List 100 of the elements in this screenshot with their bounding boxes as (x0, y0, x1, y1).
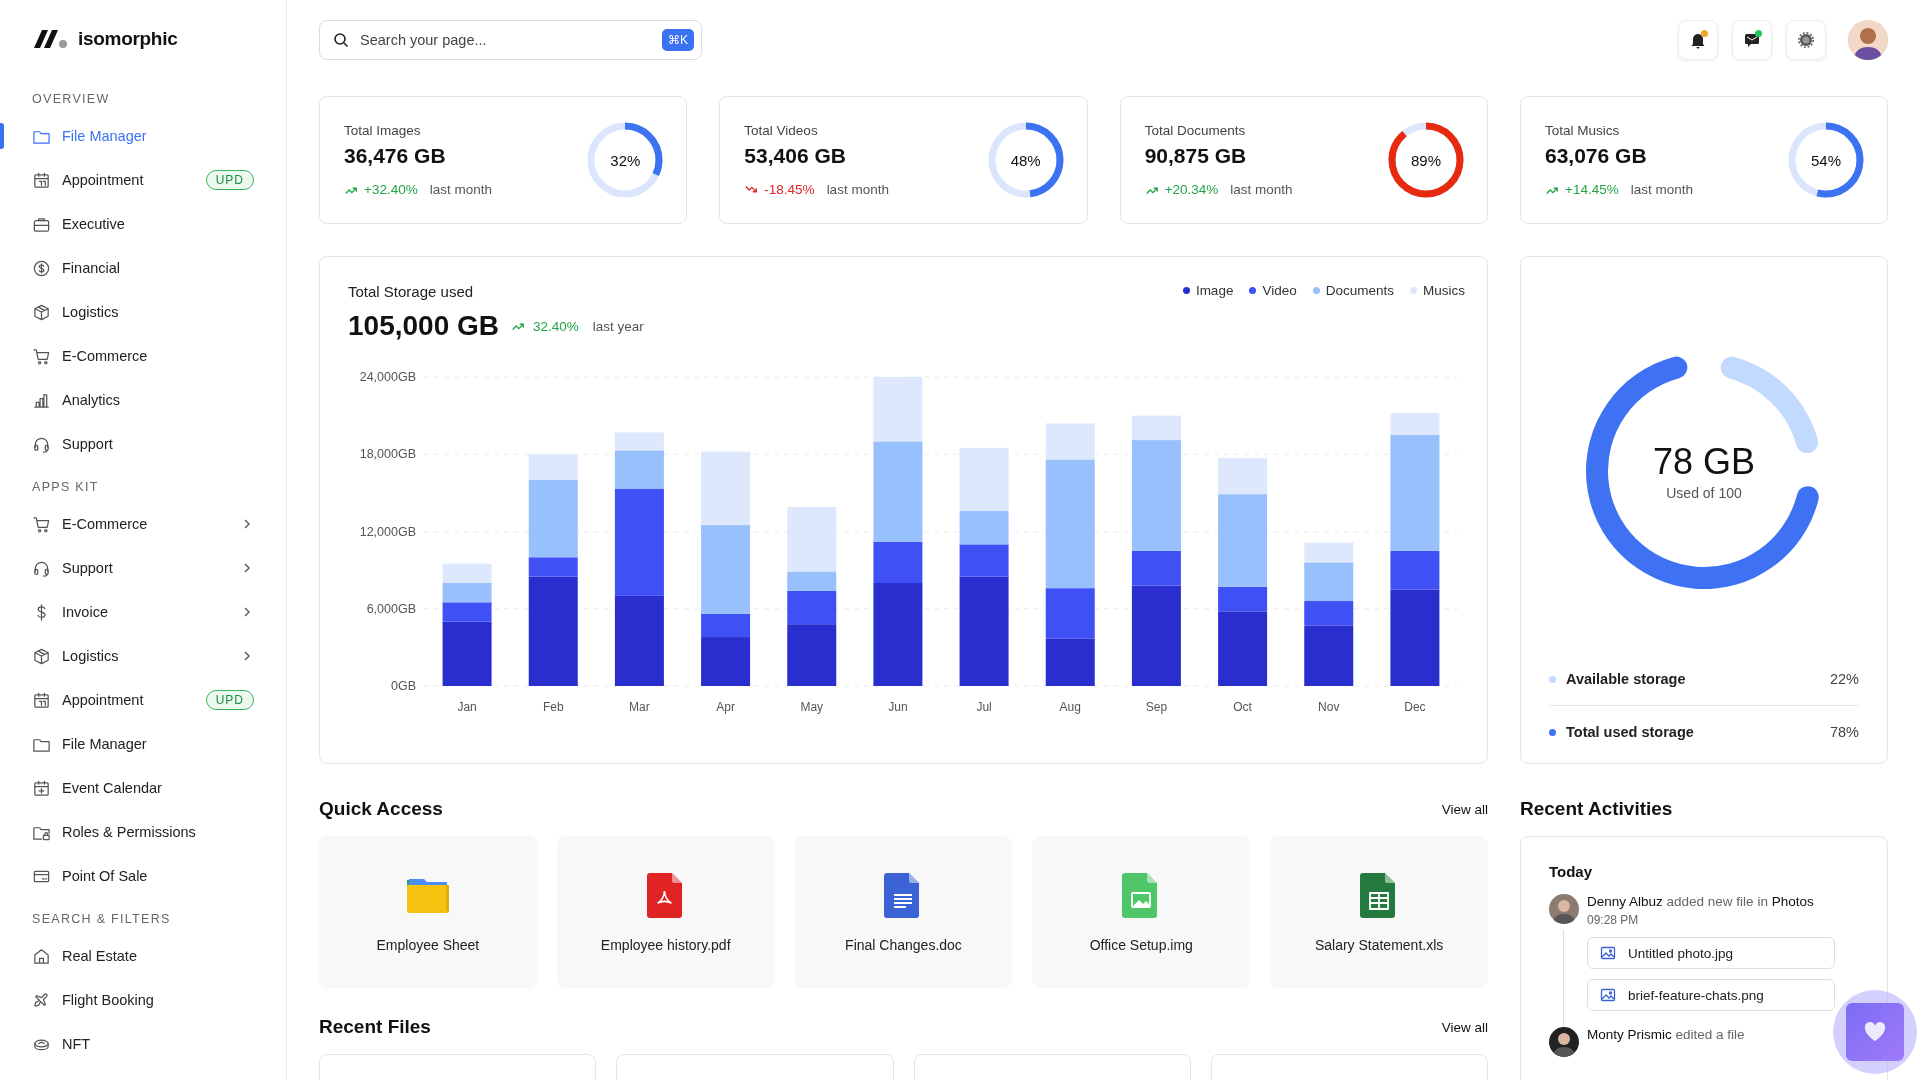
axis-label: 24,000GB (359, 370, 416, 384)
sidebar-item[interactable]: Point Of Sale (0, 854, 286, 898)
legend-label: Available storage (1566, 671, 1686, 687)
period-label: last month (826, 182, 889, 197)
change-percent: +32.40% (364, 182, 418, 197)
axis-label: 12,000GB (359, 524, 416, 539)
total-storage: 105,000 GB (348, 310, 499, 342)
change-percent: +20.34% (1164, 182, 1219, 197)
sidebar-item[interactable]: Appointment UPD (0, 678, 286, 722)
file-name: Employee Sheet (376, 937, 480, 953)
message-icon (1743, 31, 1761, 49)
view-all-link[interactable]: View all (1441, 1019, 1488, 1035)
file-chip[interactable]: brief-feature-chats.png (1587, 979, 1835, 1011)
box-icon (32, 302, 51, 322)
shortcut-badge: ⌘K (662, 29, 694, 51)
coin-icon (32, 258, 51, 278)
axis-label: Apr (716, 700, 735, 714)
sidebar-item[interactable]: Invoice (0, 590, 286, 634)
axis-label: Mar (629, 700, 650, 714)
sidebar-item[interactable]: Logistics (0, 290, 286, 334)
period-label: last month (1630, 182, 1693, 197)
settings-button[interactable] (1786, 20, 1826, 60)
file-name: Final Changes.doc (845, 937, 962, 953)
legend-value: 78% (1829, 724, 1859, 740)
bell-button[interactable] (1678, 20, 1718, 60)
change-percent: +14.45% (1565, 182, 1619, 197)
chart-title: Total Storage used (348, 283, 475, 300)
cart-icon (32, 346, 51, 366)
axis-label: 18,000GB (359, 447, 416, 462)
section-heading: Quick Access (319, 798, 443, 820)
day-heading: Today (1549, 863, 1594, 880)
axis-label: 6,000GB (366, 601, 416, 616)
avatar[interactable] (1848, 20, 1888, 60)
sidebar-item[interactable]: Real Estate (0, 934, 286, 978)
file-card[interactable]: Employee Sheet (319, 836, 537, 988)
sidebar-item[interactable]: Executive (0, 202, 286, 246)
percent-label: 32% (610, 151, 641, 169)
sidebar-item[interactable]: E-Commerce (0, 502, 286, 546)
stat-title: Total Images (344, 123, 422, 138)
legend-label: Image (1195, 283, 1234, 298)
sidebar-item[interactable]: Support (0, 422, 286, 466)
sidebar-item[interactable]: Flight Booking (0, 978, 286, 1022)
axis-label: Nov (1318, 700, 1340, 714)
heart-icon (1864, 1022, 1886, 1042)
axis-label: Jan (457, 700, 477, 714)
logo-icon (32, 28, 68, 50)
stat-value: 90,875 GB (1144, 144, 1248, 168)
chart-bar (442, 563, 492, 583)
cart-icon (32, 514, 51, 534)
storage-caption: Used of 100 (1666, 485, 1742, 501)
sidebar-item[interactable]: Support (0, 546, 286, 590)
sidebar-item[interactable]: Appointment UPD (0, 158, 286, 202)
sidebar-item[interactable]: File Manager (0, 114, 286, 158)
file-card[interactable]: Office Setup.img (1032, 836, 1251, 988)
sidebar-item[interactable]: NFT (0, 1022, 286, 1066)
axis-label: Feb (542, 700, 564, 714)
stat-value: 53,406 GB (744, 144, 847, 168)
image-icon (1600, 987, 1616, 1003)
period-label: last year (592, 318, 644, 334)
plane-icon (32, 990, 51, 1010)
settings-icon (1797, 31, 1815, 49)
axis-label: 0GB (391, 679, 416, 693)
axis-label: Aug (1059, 700, 1081, 714)
stat-value: 63,076 GB (1545, 144, 1648, 168)
sidebar-item[interactable]: Financial (0, 246, 286, 290)
message-button[interactable] (1732, 20, 1772, 60)
activity-text: Denny Albuz added new file in Photos (1587, 894, 1815, 909)
avatar (1549, 894, 1579, 924)
change-percent: -18.45% (764, 182, 815, 197)
search-icon (333, 32, 349, 48)
section-title: OVERVIEW (31, 92, 111, 106)
avatar (1549, 1027, 1579, 1057)
legend-label: Musics (1423, 283, 1465, 298)
section-heading: Recent Activities (1520, 798, 1673, 820)
house-icon (32, 946, 51, 966)
file-card[interactable]: Final Changes.doc (794, 836, 1013, 988)
sidebar-item[interactable]: Analytics (0, 378, 286, 422)
legend-value: 22% (1829, 671, 1859, 687)
activity-time: 09:28 PM (1587, 913, 1640, 927)
bell-icon (1689, 31, 1707, 49)
stat-title: Total Musics (1545, 123, 1621, 138)
file-card[interactable]: Employee history.pdf (556, 836, 775, 988)
file-card[interactable]: Salary Statement.xls (1270, 836, 1488, 988)
update-badge: UPD (205, 690, 254, 710)
brand-name: isomorphic (78, 28, 178, 50)
sidebar-item[interactable]: E-Commerce (0, 334, 286, 378)
view-all-link[interactable]: View all (1441, 801, 1488, 817)
file-name: Employee history.pdf (600, 937, 731, 953)
file-chip[interactable]: Untitled photo.jpg (1587, 937, 1835, 969)
sidebar-item[interactable]: Roles & Permissions (0, 810, 286, 854)
file-name: Office Setup.img (1089, 937, 1193, 953)
sidebar-item[interactable]: File Manager (0, 722, 286, 766)
period-label: last month (1230, 182, 1293, 197)
sidebar-item[interactable]: Event Calendar (0, 766, 286, 810)
axis-label: Sep (1145, 700, 1168, 714)
storage-amount: 78 GB (1652, 441, 1756, 483)
section-heading: Recent Files (319, 1016, 431, 1038)
axis-label: Jul (976, 700, 992, 714)
sidebar-item[interactable]: Logistics (0, 634, 286, 678)
chart-bar (1045, 638, 1095, 686)
